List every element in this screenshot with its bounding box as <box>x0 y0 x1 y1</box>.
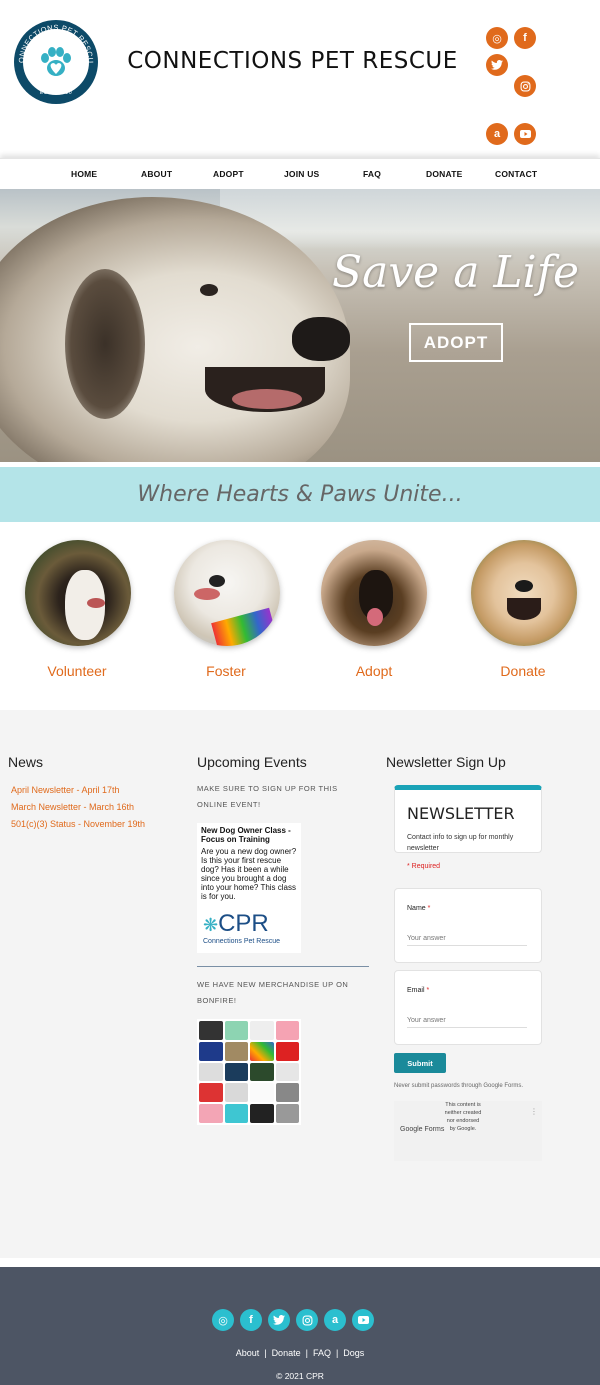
name-field: Name * Your answer <box>394 888 542 963</box>
amazon-icon[interactable]: a <box>486 123 508 145</box>
google-disclaimer: This content is neither created nor endo… <box>444 1102 482 1132</box>
svg-text:CONNECTIONS PET RESCUE: CONNECTIONS PET RESCUE <box>14 20 95 64</box>
header-social-links: ◎ f a <box>486 27 564 145</box>
bonfire-icon[interactable]: ◎ <box>486 27 508 49</box>
google-forms-footer: Google Forms This content is neither cre… <box>394 1101 542 1161</box>
paw-icon: ❋ <box>203 915 219 935</box>
main-nav: HOME ABOUT ADOPT JOIN US FAQ DONATE CONT… <box>0 158 600 189</box>
logo-established: ESTD. 2020 <box>39 90 73 96</box>
hero-dog-tongue <box>232 389 302 409</box>
instagram-icon[interactable] <box>514 75 536 97</box>
footer-link-about[interactable]: About <box>236 1348 260 1358</box>
volunteer-label[interactable]: Volunteer <box>12 663 142 679</box>
footer-link-faq[interactable]: FAQ <box>313 1348 331 1358</box>
event-card-title: New Dog Owner Class - Focus on Training <box>201 826 291 844</box>
adopt-image[interactable] <box>321 540 427 646</box>
twitter-icon[interactable] <box>486 54 508 76</box>
site-title: CONNECTIONS PET RESCUE <box>127 48 458 74</box>
volunteer-image[interactable] <box>25 540 131 646</box>
event-note: MAKE SURE TO SIGN UP FOR THIS ONLINE EVE… <box>197 784 338 809</box>
event-card-logo: ❋CPR <box>203 910 269 937</box>
nav-donate[interactable]: DONATE <box>426 169 462 179</box>
nav-faq[interactable]: FAQ <box>363 169 381 179</box>
footer-links: About | Donate | FAQ | Dogs <box>235 1348 365 1358</box>
copyright: © 2021 CPR <box>276 1371 324 1381</box>
news-link[interactable]: March Newsletter - March 16th <box>11 802 134 812</box>
site-header: CONNECTIONS PET RESCUE ESTD. 2020 CONNEC… <box>0 0 600 158</box>
merch-image[interactable] <box>197 1019 301 1125</box>
event-card-body: Are you a new dog owner? Is this your fi… <box>201 847 297 901</box>
footer-social-links: ◎ f a <box>212 1309 374 1331</box>
events-title: Upcoming Events <box>197 754 307 770</box>
foster-image[interactable] <box>174 540 280 646</box>
nav-adopt[interactable]: ADOPT <box>213 169 244 179</box>
email-input[interactable]: Your answer <box>407 1017 527 1028</box>
hero-dog-eye <box>200 284 218 296</box>
amazon-icon[interactable]: a <box>324 1309 346 1331</box>
hero-adopt-button[interactable]: ADOPT <box>409 323 503 362</box>
footer-link-donate[interactable]: Donate <box>272 1348 301 1358</box>
nav-join-us[interactable]: JOIN US <box>284 169 319 179</box>
tagline-band: Where Hearts & Paws Unite... <box>0 467 600 522</box>
twitter-icon[interactable] <box>268 1309 290 1331</box>
facebook-icon[interactable]: f <box>240 1309 262 1331</box>
hero-dog-nose <box>292 317 350 361</box>
name-input[interactable]: Your answer <box>407 935 527 946</box>
news-link[interactable]: 501(c)(3) Status - November 19th <box>11 819 145 829</box>
google-forms-logo[interactable]: Google Forms <box>400 1126 444 1133</box>
news-title: News <box>8 754 44 770</box>
email-field: Email * Your answer <box>394 970 542 1045</box>
divider <box>197 966 369 967</box>
youtube-icon[interactable] <box>514 123 536 145</box>
more-options-icon[interactable]: ⋮ <box>530 1107 538 1116</box>
foster-label[interactable]: Foster <box>161 663 291 679</box>
event-card-logo-sub: Connections Pet Rescue <box>203 938 281 945</box>
name-label: Name <box>407 905 426 912</box>
newsletter-title: Newsletter Sign Up <box>386 754 506 770</box>
news-link[interactable]: April Newsletter - April 17th <box>11 785 120 795</box>
instagram-icon[interactable] <box>296 1309 318 1331</box>
youtube-icon[interactable] <box>352 1309 374 1331</box>
footer-link-dogs[interactable]: Dogs <box>343 1348 364 1358</box>
adopt-label[interactable]: Adopt <box>309 663 439 679</box>
event-card[interactable]: New Dog Owner Class - Focus on Training … <box>197 823 301 953</box>
submit-button[interactable]: Submit <box>394 1053 446 1073</box>
newsletter-form-header: NEWSLETTER Contact info to sign up for m… <box>394 785 542 870</box>
email-label: Email <box>407 987 425 994</box>
required-note: * Required <box>407 863 441 870</box>
donate-image[interactable] <box>471 540 577 646</box>
hero-headline: Save a Life <box>331 247 580 298</box>
password-warning: Never submit passwords through Google Fo… <box>394 1083 524 1089</box>
hero-banner: Save a Life ADOPT <box>0 189 600 462</box>
nav-about[interactable]: ABOUT <box>141 169 172 179</box>
facebook-icon[interactable]: f <box>514 27 536 49</box>
merch-note: WE HAVE NEW MERCHANDISE UP ON BONFIRE! <box>197 980 349 1005</box>
bonfire-icon[interactable]: ◎ <box>212 1309 234 1331</box>
site-logo[interactable]: CONNECTIONS PET RESCUE ESTD. 2020 <box>14 20 98 104</box>
form-description: Contact info to sign up for monthly news… <box>407 834 514 852</box>
donate-label[interactable]: Donate <box>458 663 588 679</box>
nav-contact[interactable]: CONTACT <box>495 169 537 179</box>
form-heading: NEWSLETTER <box>407 804 515 823</box>
nav-home[interactable]: HOME <box>71 169 97 179</box>
hero-dog-ear <box>65 269 145 419</box>
